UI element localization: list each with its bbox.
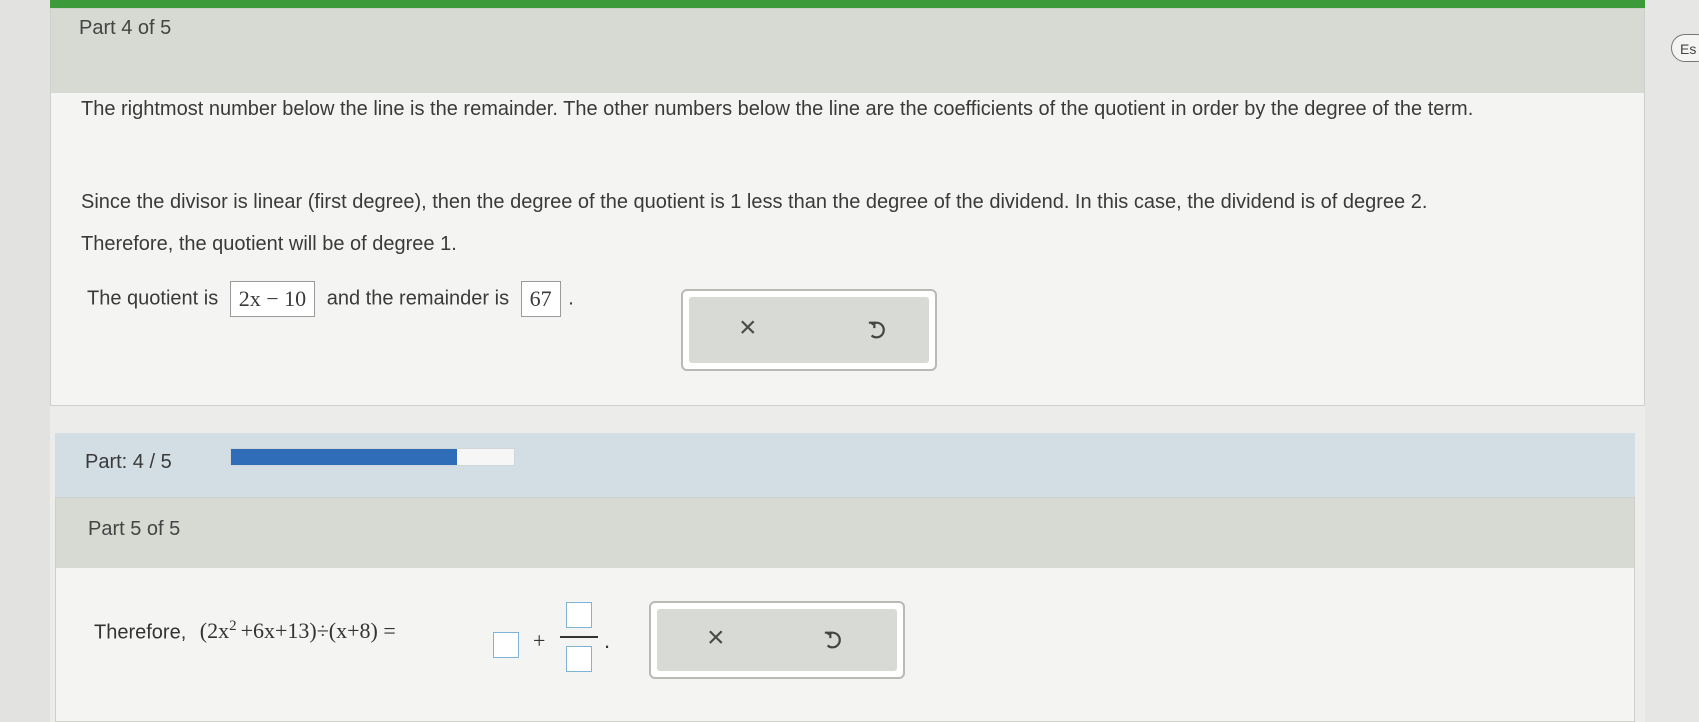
part4-clear-button[interactable]: × <box>739 313 757 343</box>
expression-rest: +6x+13)÷(x+8) = <box>240 618 396 644</box>
part5-undo-icon[interactable] <box>823 629 845 651</box>
dividend-start: (2x <box>199 618 230 644</box>
remainder-answer-field[interactable]: 67 <box>520 281 561 317</box>
quotient-input-box[interactable] <box>493 632 519 658</box>
part4-undo-icon[interactable] <box>867 319 889 341</box>
part4-title: Part 4 of 5 <box>79 17 172 39</box>
language-toggle-button[interactable]: Es <box>1671 34 1699 62</box>
right-margin <box>1645 0 1699 722</box>
part5-period: . <box>604 628 611 653</box>
part4-paragraph-1: The rightmost number below the line is t… <box>81 98 1474 120</box>
part4-header: Part 4 of 5 <box>51 9 1644 93</box>
part5-answer-tools: × <box>649 601 905 679</box>
dividend-exponent: 2 <box>229 618 237 634</box>
progress-label: Part: 4 / 5 <box>85 451 172 473</box>
part4-card: Part 4 of 5 The rightmost number below t… <box>50 8 1645 406</box>
part5-clear-button[interactable]: × <box>707 623 725 653</box>
fraction-bar <box>560 636 598 638</box>
part5-prefix: Therefore, <box>94 621 187 644</box>
remainder-label: and the remainder is <box>326 287 510 310</box>
plus-sign: + <box>533 628 546 653</box>
progress-fill <box>231 449 458 465</box>
quotient-period: . <box>568 287 574 310</box>
part5-tools-panel <box>657 609 897 671</box>
part4-paragraph-3: Therefore, the quotient will be of degre… <box>81 233 457 255</box>
part4-tools-panel <box>689 297 929 363</box>
quotient-answer-field[interactable]: 2x − 10 <box>229 281 316 317</box>
part5-header: Part 5 of 5 <box>56 498 1634 568</box>
quotient-row: The quotient is 2x − 10 and the remainde… <box>87 281 574 317</box>
part4-answer-tools: × <box>681 289 937 371</box>
part5-card: Part 5 of 5 Therefore, (2x2 +6x+13)÷(x+8)… <box>55 497 1635 722</box>
progress-track <box>230 448 515 466</box>
remainder-denominator-box[interactable] <box>566 646 592 672</box>
part5-title: Part 5 of 5 <box>88 518 181 540</box>
part5-equation: Therefore, (2x2 +6x+13)÷(x+8) = <box>94 618 396 644</box>
part4-paragraph-2: Since the divisor is linear (first degre… <box>81 191 1428 213</box>
left-margin <box>0 0 50 722</box>
remainder-numerator-box[interactable] <box>566 602 592 628</box>
quotient-label: The quotient is <box>87 287 219 310</box>
